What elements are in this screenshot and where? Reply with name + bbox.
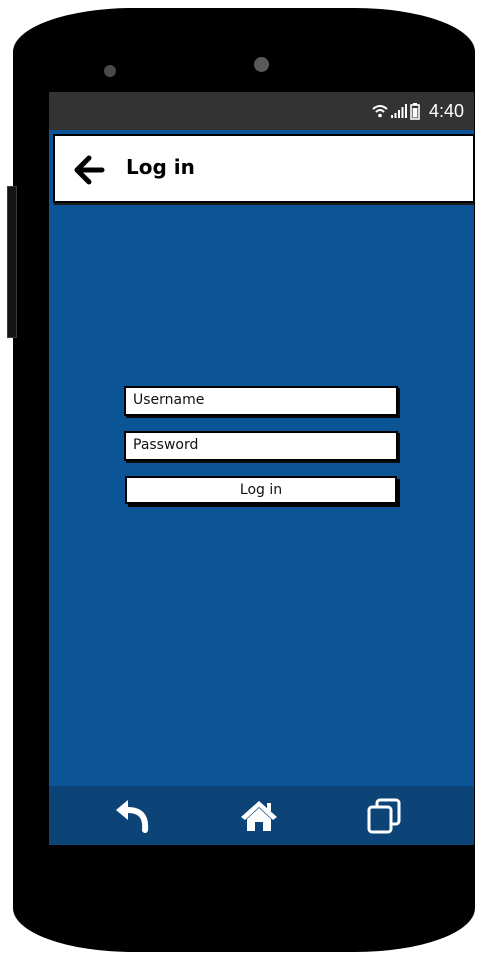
page-title: Log in <box>126 155 195 179</box>
proximity-sensor <box>104 65 116 77</box>
username-field[interactable]: Username <box>124 386 398 416</box>
back-icon[interactable] <box>113 798 153 834</box>
arrow-left-icon[interactable] <box>73 154 105 186</box>
login-button[interactable]: Log in <box>125 476 397 504</box>
phone-frame: 4:40 Log in Username Password Log in <box>13 8 475 952</box>
status-bar: 4:40 <box>49 92 474 130</box>
app-bar: Log in <box>53 134 474 203</box>
wifi-icon <box>372 105 388 118</box>
password-field[interactable]: Password <box>124 431 398 461</box>
home-icon[interactable] <box>239 798 279 834</box>
status-time: 4:40 <box>428 100 464 121</box>
front-camera <box>254 57 269 72</box>
status-icons: 4:40 <box>372 99 464 123</box>
recents-icon[interactable] <box>365 798 405 834</box>
side-power-button <box>7 186 17 338</box>
phone-screen: 4:40 Log in Username Password Log in <box>49 92 474 845</box>
battery-icon <box>410 102 420 120</box>
navigation-bar <box>49 786 474 845</box>
signal-icon <box>390 104 407 118</box>
